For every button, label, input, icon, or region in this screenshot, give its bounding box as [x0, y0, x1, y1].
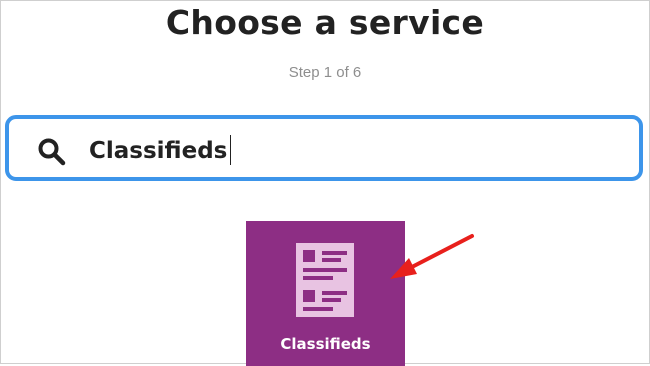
search-icon	[36, 136, 68, 168]
service-tile-label: Classifieds	[280, 335, 371, 353]
search-box[interactable]	[5, 115, 643, 181]
step-indicator: Step 1 of 6	[288, 64, 362, 81]
classifieds-icon	[296, 243, 354, 317]
page-title: Choose a service	[165, 3, 485, 42]
search-input[interactable]	[89, 129, 589, 173]
text-cursor	[230, 135, 231, 165]
service-tile-classifieds[interactable]: Classifieds	[246, 221, 405, 366]
